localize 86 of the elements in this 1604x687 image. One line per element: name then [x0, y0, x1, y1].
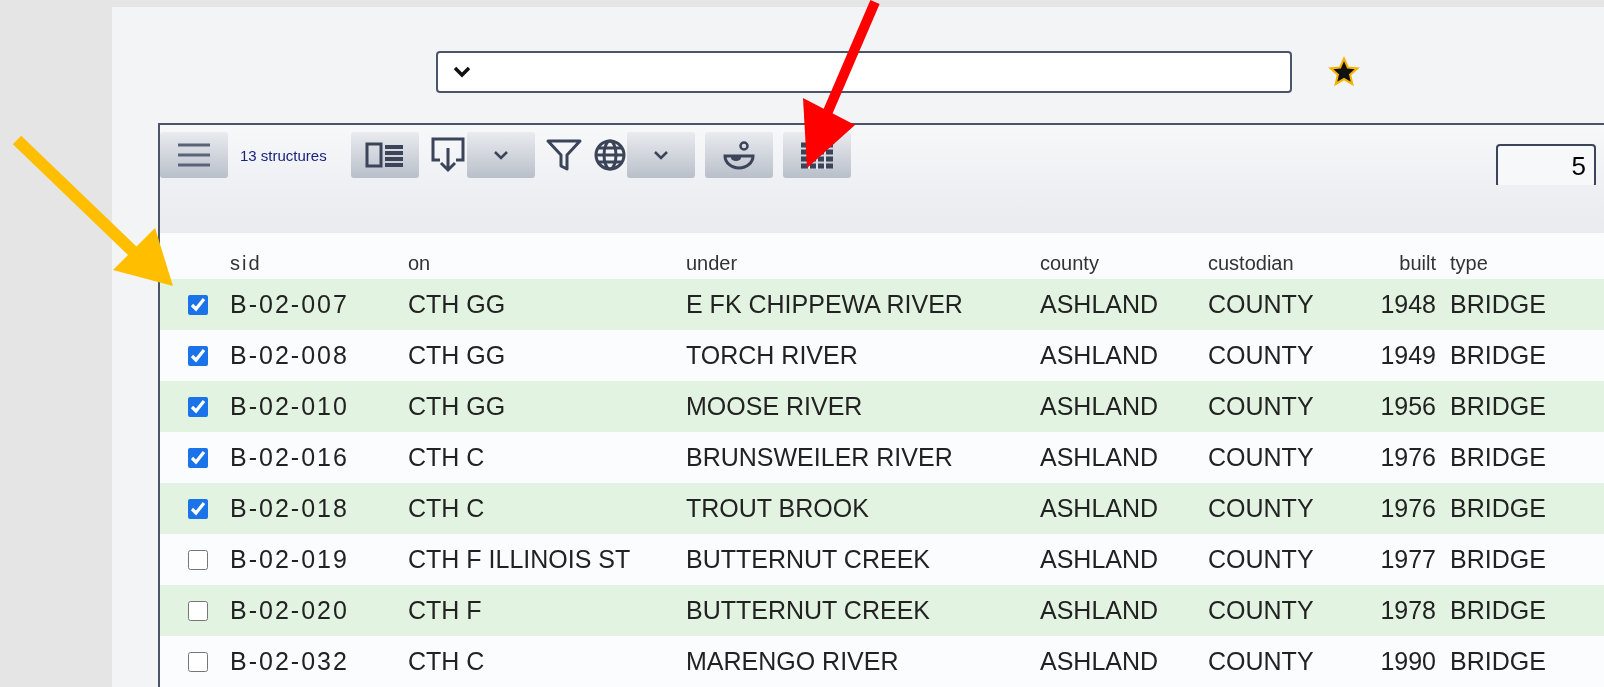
column-header[interactable]: on: [408, 252, 686, 275]
table-cell-text: B-02-032: [230, 647, 350, 676]
table-cell-text: 1976: [1379, 494, 1437, 523]
row-checkbox[interactable]: [188, 498, 208, 519]
row-checkbox[interactable]: [188, 294, 208, 315]
table-cell-text: BRIDGE: [1449, 392, 1547, 421]
table-cell-text: COUNTY: [1208, 341, 1315, 370]
bowl-icon: [721, 138, 756, 172]
caret-icon: [652, 150, 669, 160]
table-cell-text: COUNTY: [1208, 392, 1315, 421]
caret-icon: [452, 65, 472, 79]
table-cell-text: CTH F ILLINOIS ST: [408, 545, 632, 574]
row-checkbox[interactable]: [188, 549, 208, 570]
table-cell-text: 1977: [1379, 545, 1437, 574]
table-cell-text: BUTTERNUT CREEK: [686, 596, 931, 625]
table-cell-text: TORCH RIVER: [686, 341, 859, 370]
table-cell-text: ASHLAND: [1040, 647, 1160, 676]
table-cell-text: ASHLAND: [1040, 392, 1160, 421]
menu-icon: [176, 141, 212, 169]
table-cell-text: B-02-020: [230, 596, 350, 625]
row-checkbox[interactable]: [188, 447, 208, 468]
table-cell-text: ASHLAND: [1040, 545, 1160, 574]
table-cell-text: MOOSE RIVER: [686, 392, 864, 421]
table-cell-text: BRIDGE: [1449, 545, 1547, 574]
table-cell-text: MARENGO RIVER: [686, 647, 900, 676]
table-cell-text: COUNTY: [1208, 596, 1315, 625]
table-cell-text: 1948: [1379, 290, 1437, 319]
globe-icon[interactable]: [592, 138, 627, 172]
column-header[interactable]: custodian: [1208, 252, 1378, 275]
column-header[interactable]: built: [1378, 252, 1444, 275]
table-cell-text: COUNTY: [1208, 494, 1315, 523]
table-cell-text: BUTTERNUT CREEK: [686, 545, 931, 574]
menu-button[interactable]: [160, 132, 228, 178]
caret-icon: [492, 150, 509, 160]
table-cell-text: CTH GG: [408, 341, 507, 370]
table-cell-text: CTH C: [408, 647, 486, 676]
table-cell-text: BRIDGE: [1449, 494, 1547, 523]
table-cell-text: CTH C: [408, 494, 486, 523]
star-icon[interactable]: [1328, 56, 1360, 88]
table-cell-text: CTH F: [408, 596, 483, 625]
table-cell-text: ASHLAND: [1040, 443, 1160, 472]
table-cell-text: COUNTY: [1208, 443, 1315, 472]
table-cell-text: B-02-007: [230, 290, 350, 319]
table-cell-text: ASHLAND: [1040, 596, 1160, 625]
table-cell-text: 1990: [1379, 647, 1437, 676]
table-cell-text: B-02-008: [230, 341, 350, 370]
row-checkbox[interactable]: [188, 600, 208, 621]
table-cell-text: CTH GG: [408, 290, 507, 319]
page-size-field[interactable]: 5: [1496, 144, 1596, 188]
dropdown-select[interactable]: [436, 51, 1292, 93]
table-cell-text: CTH C: [408, 443, 486, 472]
table-cell-text: 1976: [1379, 443, 1437, 472]
columns-icon: [364, 141, 405, 169]
column-header[interactable]: county: [1040, 252, 1208, 275]
column-header[interactable]: type: [1444, 252, 1604, 275]
table-cell-text: CTH GG: [408, 392, 507, 421]
table-cell-text: BRIDGE: [1449, 596, 1547, 625]
column-layout-button[interactable]: [350, 132, 419, 178]
table-cell-text: B-02-018: [230, 494, 350, 523]
table-cell-text: BRIDGE: [1449, 290, 1547, 319]
column-header[interactable]: under: [686, 252, 1040, 275]
table-cell-text: ASHLAND: [1040, 494, 1160, 523]
table-cell-text: 1956: [1379, 392, 1437, 421]
table-cell-text: ASHLAND: [1040, 341, 1160, 370]
table-cell-text: COUNTY: [1208, 647, 1315, 676]
table-cell-text: B-02-016: [230, 443, 350, 472]
table-cell-text: 1978: [1379, 596, 1437, 625]
table-cell-text: BRIDGE: [1449, 341, 1547, 370]
row-checkbox[interactable]: [188, 651, 208, 672]
row-checkbox[interactable]: [188, 396, 208, 417]
filter-icon[interactable]: [544, 138, 583, 172]
column-header[interactable]: sid: [230, 252, 408, 275]
table-cell-text: TROUT BROOK: [686, 494, 870, 523]
table-cell-text: BRUNSWEILER RIVER: [686, 443, 954, 472]
table-cell-text: B-02-019: [230, 545, 350, 574]
table-cell-text: COUNTY: [1208, 545, 1315, 574]
bowl-button[interactable]: [704, 132, 773, 178]
table-cell-text: BRIDGE: [1449, 647, 1547, 676]
table-cell-text: COUNTY: [1208, 290, 1315, 319]
table-cell-text: BRIDGE: [1449, 443, 1547, 472]
table-cell-text: E FK CHIPPEWA RIVER: [686, 290, 964, 319]
row-checkbox[interactable]: [188, 345, 208, 366]
table-cell-text: B-02-010: [230, 392, 350, 421]
record-count: 13 structures: [240, 146, 327, 164]
table-cell-text: ASHLAND: [1040, 290, 1160, 319]
table-cell-text: 1949: [1379, 341, 1437, 370]
